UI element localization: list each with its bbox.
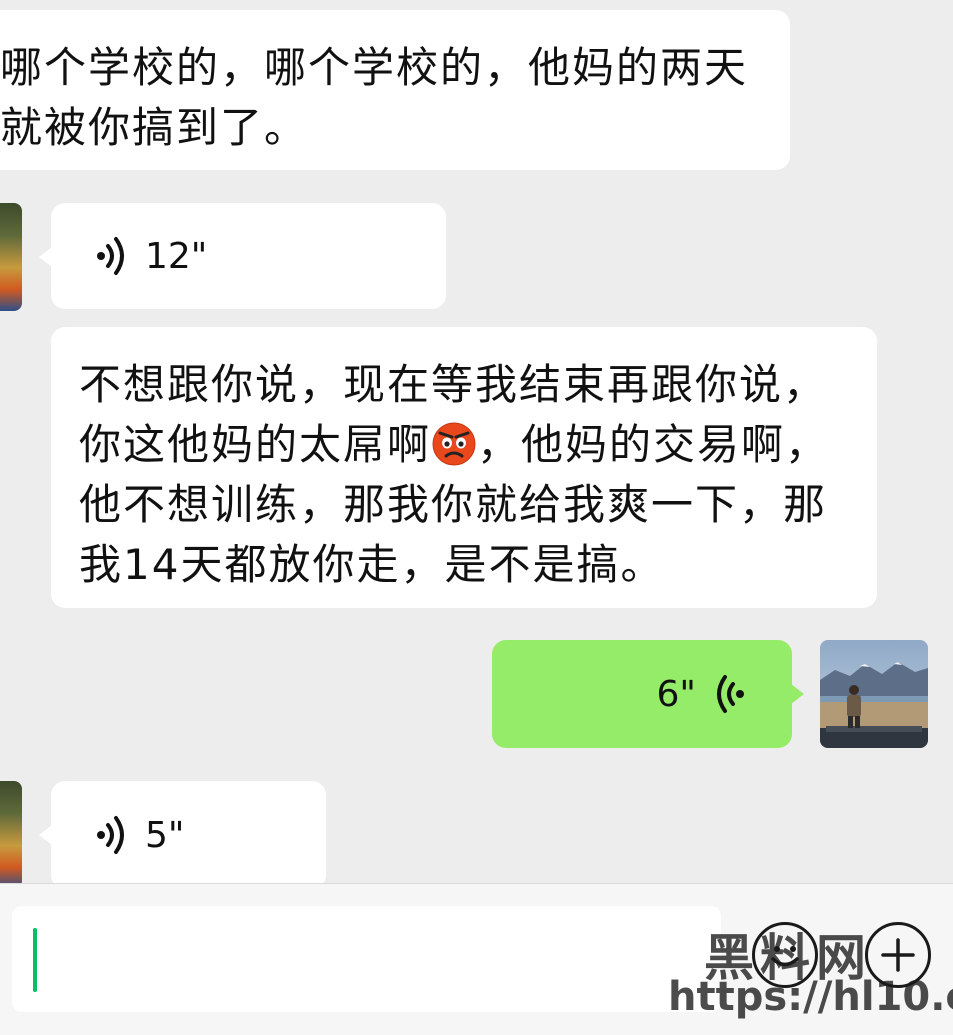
contact-avatar[interactable] [0, 203, 22, 311]
text-caret [33, 928, 37, 992]
voice-wave-icon [710, 674, 746, 714]
voice-message-received[interactable]: 12" [39, 203, 446, 309]
voice-message-sent[interactable]: 6" [492, 640, 804, 748]
voice-duration: 12" [145, 235, 208, 277]
chat-area: 哪个学校的，哪个学校的，他妈的两天 就被你搞到了。 12" 不想跟你说，现在等我… [0, 0, 953, 883]
message-input[interactable] [12, 906, 721, 1012]
user-avatar[interactable] [820, 640, 928, 748]
angry-face-icon [431, 421, 477, 467]
voice-message-received[interactable]: 5" [39, 781, 326, 883]
voice-duration: 6" [656, 673, 696, 715]
emoji-smile-icon[interactable] [752, 922, 818, 988]
message-text-received[interactable]: 不想跟你说，现在等我结束再跟你说， 你这他妈的太屌啊 ，他妈的交易啊， 他不想训… [51, 327, 877, 608]
voice-duration: 5" [145, 814, 185, 856]
message-text-received[interactable]: 哪个学校的，哪个学校的，他妈的两天 就被你搞到了。 [0, 10, 790, 170]
voice-wave-icon [95, 815, 131, 855]
message-text: 哪个学校的，哪个学校的，他妈的两天 就被你搞到了。 [0, 43, 749, 152]
plus-icon[interactable] [865, 922, 931, 988]
contact-avatar[interactable] [0, 781, 22, 883]
message-text: 不想跟你说，现在等我结束再跟你说， 你这他妈的太屌啊 ，他妈的交易啊， 他不想训… [79, 355, 877, 595]
input-bar [0, 883, 953, 1035]
voice-wave-icon [95, 236, 131, 276]
